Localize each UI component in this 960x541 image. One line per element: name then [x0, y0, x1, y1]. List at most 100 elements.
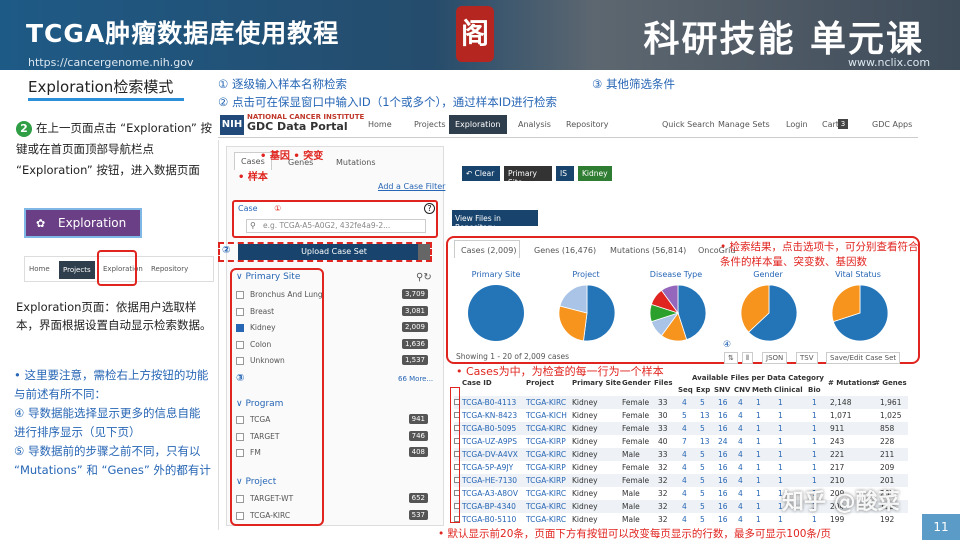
category-count-cell[interactable]: 4 — [682, 424, 687, 433]
view-files-button[interactable]: View Files in Repository — [452, 210, 538, 232]
project-link[interactable]: TCGA-KIRP — [526, 463, 566, 472]
result-tab-cases[interactable]: Cases (2,009) — [454, 240, 520, 258]
category-count-cell[interactable]: 1 — [812, 411, 817, 420]
genes-cell[interactable]: 211 — [880, 450, 894, 459]
category-count-cell[interactable]: 4 — [682, 502, 687, 511]
category-count-cell[interactable]: 1 — [778, 411, 783, 420]
nav-gdc-apps[interactable]: GDC Apps — [872, 120, 912, 129]
project-link[interactable]: TCGA-KIRC — [526, 515, 566, 524]
category-count-cell[interactable]: 1 — [756, 489, 761, 498]
category-count-cell[interactable]: 1 — [778, 450, 783, 459]
case-search-input[interactable]: e.g. TCGA-A5-A0G2, 432fe4a9-2... — [246, 219, 426, 233]
case-id-link[interactable]: TCGA-5P-A9JY — [462, 463, 513, 472]
mutations-cell[interactable]: 1,071 — [830, 411, 851, 420]
category-count-cell[interactable]: 5 — [700, 398, 705, 407]
table-row[interactable]: TCGA-KN-8423 TCGA-KICH Kidney Female 30 1,071… — [454, 409, 908, 422]
category-count-cell[interactable]: 5 — [700, 424, 705, 433]
category-count-cell[interactable]: 13 — [700, 437, 710, 446]
category-count-cell[interactable]: 1 — [756, 476, 761, 485]
case-id-link[interactable]: TCGA-HE-7130 — [462, 476, 517, 485]
category-count-cell[interactable]: 7 — [682, 437, 687, 446]
project-link[interactable]: TCGA-KIRC — [526, 424, 566, 433]
case-id-link[interactable]: TCGA-B0-5095 — [462, 424, 516, 433]
pie-slice[interactable] — [583, 284, 616, 342]
facet-row[interactable]: Breast 3,081 — [236, 306, 434, 320]
facet-row-kidney[interactable]: Kidney 2,009 — [236, 322, 434, 336]
category-count-cell[interactable]: 5 — [700, 463, 705, 472]
category-count-cell[interactable]: 1 — [812, 463, 817, 472]
category-count-cell[interactable]: 5 — [700, 450, 705, 459]
table-row[interactable]: TCGA-UZ-A9PS TCGA-KIRP Kidney Female 40 243 22… — [454, 435, 908, 448]
files-cell[interactable]: 33 — [658, 424, 668, 433]
genes-cell[interactable]: 209 — [880, 463, 894, 472]
category-count-cell[interactable]: 5 — [682, 411, 687, 420]
upload-case-set-button[interactable]: Upload Case Set — [238, 244, 430, 260]
facet-row[interactable]: Bronchus And Lung 3,709 — [236, 289, 434, 303]
col-case-id[interactable]: Case ID — [462, 379, 492, 387]
genes-cell[interactable]: 192 — [880, 515, 894, 524]
category-count-cell[interactable]: 4 — [738, 463, 743, 472]
filter-primary-site[interactable]: Primary Site — [504, 166, 552, 187]
category-count-cell[interactable]: 16 — [718, 502, 728, 511]
nav-exploration[interactable]: Exploration — [449, 115, 507, 134]
files-cell[interactable]: 32 — [658, 489, 668, 498]
facet-search-icon[interactable]: ⚲↻ — [416, 272, 432, 283]
category-count-cell[interactable]: 5 — [700, 502, 705, 511]
files-cell[interactable]: 32 — [658, 476, 668, 485]
category-count-cell[interactable]: 5 — [700, 489, 705, 498]
category-count-cell[interactable]: 1 — [778, 463, 783, 472]
category-count-cell[interactable]: 16 — [718, 450, 728, 459]
files-cell[interactable]: 32 — [658, 515, 668, 524]
project-link[interactable]: TCGA-KIRC — [526, 398, 566, 407]
facet-row[interactable]: FM 408 — [236, 447, 434, 461]
help-icon[interactable]: ? — [424, 203, 435, 214]
category-count-cell[interactable]: 16 — [718, 476, 728, 485]
category-count-cell[interactable]: 4 — [738, 437, 743, 446]
project-link[interactable]: TCGA-KIRP — [526, 476, 566, 485]
nav-quick-search[interactable]: Quick Search — [662, 120, 715, 129]
table-row[interactable]: TCGA-B0-4113 TCGA-KIRC Kidney Female 33 2,148… — [454, 396, 908, 409]
genes-cell[interactable]: 1,025 — [880, 411, 901, 420]
checkbox[interactable] — [236, 291, 244, 299]
category-count-cell[interactable]: 1 — [756, 502, 761, 511]
nav-manage-sets[interactable]: Manage Sets — [718, 120, 770, 129]
checkbox[interactable] — [236, 341, 244, 349]
mutations-cell[interactable]: 221 — [830, 450, 844, 459]
category-count-cell[interactable]: 16 — [718, 489, 728, 498]
filter-kidney[interactable]: Kidney — [578, 166, 612, 181]
col-project[interactable]: Project — [526, 379, 554, 387]
category-count-cell[interactable]: 1 — [778, 424, 783, 433]
case-id-link[interactable]: TCGA-B0-4113 — [462, 398, 516, 407]
nav-cart[interactable]: Cart — [822, 120, 839, 129]
files-cell[interactable]: 32 — [658, 502, 668, 511]
category-count-cell[interactable]: 4 — [738, 489, 743, 498]
col-mutations[interactable]: # Mutations — [828, 379, 876, 387]
checkbox[interactable] — [236, 512, 244, 520]
project-link[interactable]: TCGA-KIRC — [526, 450, 566, 459]
category-count-cell[interactable]: 1 — [812, 450, 817, 459]
category-count-cell[interactable]: 13 — [700, 411, 710, 420]
category-count-cell[interactable]: 1 — [756, 398, 761, 407]
category-count-cell[interactable]: 4 — [682, 476, 687, 485]
category-count-cell[interactable]: 1 — [756, 424, 761, 433]
facet-row[interactable]: Colon 1,636 — [236, 339, 434, 353]
checkbox[interactable] — [236, 449, 244, 457]
add-case-filter-link[interactable]: Add a Case Filter — [378, 182, 445, 191]
checkbox[interactable] — [236, 433, 244, 441]
genes-cell[interactable]: 228 — [880, 437, 894, 446]
col-gender[interactable]: Gender — [622, 379, 651, 387]
mutations-cell[interactable]: 243 — [830, 437, 844, 446]
files-cell[interactable]: 30 — [658, 411, 668, 420]
facet-row[interactable]: Unknown 1,537 — [236, 355, 434, 369]
table-row[interactable]: TCGA-B0-5095 TCGA-KIRC Kidney Female 33 911 85… — [454, 422, 908, 435]
category-count-cell[interactable]: 4 — [738, 424, 743, 433]
facet-row[interactable]: TARGET 746 — [236, 431, 434, 445]
pie-slice[interactable] — [468, 285, 524, 341]
case-id-link[interactable]: TCGA-A3-A8OV — [462, 489, 518, 498]
project-link[interactable]: TCGA-KICH — [526, 411, 567, 420]
category-count-cell[interactable]: 1 — [812, 515, 817, 524]
checkbox[interactable] — [236, 357, 244, 365]
category-count-cell[interactable]: 1 — [756, 515, 761, 524]
category-count-cell[interactable]: 4 — [682, 515, 687, 524]
mutations-cell[interactable]: 217 — [830, 463, 844, 472]
